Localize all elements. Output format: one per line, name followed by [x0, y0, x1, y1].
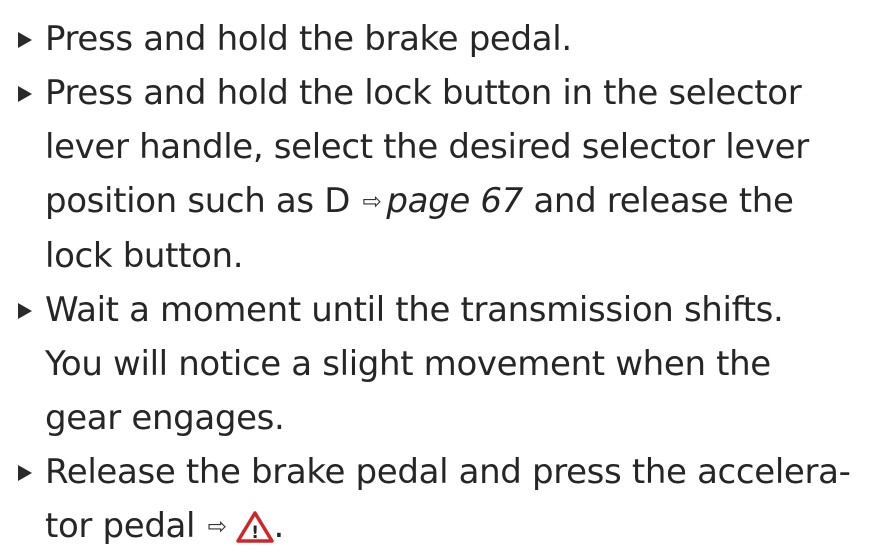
- bullet-triangle-icon: [18, 303, 32, 319]
- step-4-text-line1: Release the brake pedal and press the ac…: [45, 452, 851, 492]
- bullet-triangle-icon: [18, 86, 32, 102]
- step-1-text: Press and hold the brake pedal.: [45, 19, 572, 59]
- step-4-text-line2: tor pedal: [45, 506, 196, 546]
- step-1: Press and hold the brake pedal.: [0, 12, 869, 66]
- step-3-text: Wait a moment until the transmission shi…: [45, 290, 784, 438]
- warning-triangle-icon[interactable]: !: [235, 505, 274, 559]
- page-reference-link[interactable]: page 67: [386, 181, 523, 221]
- step-3: Wait a moment until the transmission shi…: [0, 283, 869, 445]
- bullet-triangle-icon: [18, 32, 32, 48]
- warning-mark: !: [251, 523, 258, 543]
- reference-arrow-icon: ⇨: [207, 514, 227, 540]
- instruction-steps: Press and hold the brake pedal. Press an…: [0, 0, 869, 559]
- step-4-end: .: [273, 506, 285, 546]
- step-2: Press and hold the lock button in the se…: [0, 66, 869, 283]
- reference-arrow-icon: ⇨: [362, 189, 382, 215]
- bullet-triangle-icon: [18, 465, 32, 481]
- step-4: Release the brake pedal and press the ac…: [0, 445, 869, 559]
